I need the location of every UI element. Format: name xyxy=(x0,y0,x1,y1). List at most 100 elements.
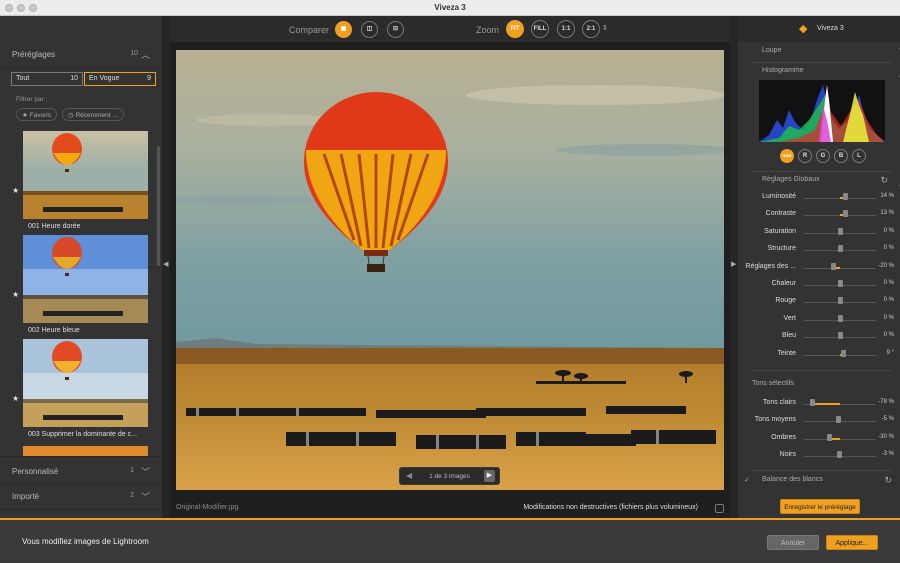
slider-handle[interactable] xyxy=(836,416,842,424)
preset-thumbnail-4[interactable] xyxy=(23,446,148,456)
slider-tones-2[interactable]: Ombres -30 % xyxy=(738,432,900,446)
preset-thumbnail-1[interactable] xyxy=(23,131,148,219)
slider-handle[interactable] xyxy=(838,227,843,235)
channel-g-button[interactable]: G xyxy=(816,149,830,163)
save-preset-button[interactable]: Enregistrer le préréglage xyxy=(780,499,860,514)
white-balance-title: Balance des blancs xyxy=(762,476,823,483)
presets-panel: Préréglages 10 ︿ Tout 10 En Vogue 9 Filt… xyxy=(0,16,162,518)
channel-b-button[interactable]: B xyxy=(834,149,848,163)
slider-handle[interactable] xyxy=(841,349,847,357)
slider-value: 14 % xyxy=(880,193,894,199)
favorite-star-icon[interactable]: ★ xyxy=(12,394,19,403)
imported-section-header[interactable]: Importé 2 ﹀ xyxy=(0,482,162,510)
chevron-down-icon[interactable]: ﹀ xyxy=(141,490,150,503)
zoom-label: Zoom xyxy=(476,25,500,35)
slider-global-4[interactable]: Réglages des ... -20 % xyxy=(738,261,900,275)
slider-value: 0 % xyxy=(883,280,894,286)
tab-all[interactable]: Tout 10 xyxy=(11,72,83,86)
compare-label: Comparer xyxy=(289,25,330,35)
slider-handle[interactable] xyxy=(830,262,836,270)
preset-thumbnail-2[interactable] xyxy=(23,235,148,323)
reset-icon[interactable]: ↻ xyxy=(880,175,888,186)
zoom-1-1-button[interactable]: 1:1 xyxy=(557,20,575,38)
slider-global-9[interactable]: Teinte 9 ° xyxy=(738,348,900,362)
checkmark-icon[interactable]: ✓ xyxy=(744,477,750,484)
filter-recent-button[interactable]: ◷ Récemment ... xyxy=(62,108,124,121)
slider-handle[interactable] xyxy=(838,297,843,305)
favorite-star-icon[interactable]: ★ xyxy=(12,186,19,195)
right-panel-toggle[interactable]: ▶ xyxy=(730,16,738,518)
slider-global-7[interactable]: Vert 0 % xyxy=(738,313,900,327)
chevron-down-icon[interactable]: ﹀ xyxy=(141,465,150,478)
presets-header[interactable]: Préréglages 10 ︿ xyxy=(0,40,162,68)
slider-handle[interactable] xyxy=(827,433,833,441)
zoom-fill-button[interactable]: FILL xyxy=(531,20,549,38)
preset-thumbnail-3[interactable] xyxy=(23,339,148,427)
slider-tones-1[interactable]: Tons moyens -5 % xyxy=(738,414,900,428)
chevron-up-icon[interactable]: ︿ xyxy=(141,48,150,61)
channel-r-button[interactable]: R xyxy=(798,149,812,163)
slider-global-3[interactable]: Structure 0 % xyxy=(738,243,900,257)
preview-image[interactable] xyxy=(176,50,724,490)
slider-label: Structure xyxy=(767,245,796,253)
slider-global-8[interactable]: Bleu 0 % xyxy=(738,330,900,344)
reset-icon[interactable]: ↻ xyxy=(884,475,892,486)
global-adjustments-title: Réglages Globaux xyxy=(762,176,820,183)
filter-recent-label: Récemment ... xyxy=(75,112,118,119)
histogram-section[interactable]: Histogramme ︿ xyxy=(762,67,900,78)
slider-handle[interactable] xyxy=(842,210,848,218)
slider-handle[interactable] xyxy=(838,245,843,253)
presets-title: Préréglages xyxy=(12,50,56,59)
channel-l-button[interactable]: L xyxy=(852,149,866,163)
slider-tones-0[interactable]: Tons clairs -78 % xyxy=(738,397,900,411)
slider-value: -5 % xyxy=(881,416,894,423)
white-balance-section[interactable]: ✓ Balance des blancs ↻ ﹀ xyxy=(744,475,892,485)
slider-global-0[interactable]: Luminosité 14 % xyxy=(738,191,900,205)
slider-global-5[interactable]: Chaleur 0 % xyxy=(738,278,900,292)
zoom-2-1-button[interactable]: 2:1 xyxy=(582,20,600,38)
slider-label: Saturation xyxy=(764,227,796,235)
footer-bar: Vous modifiez images de Lightroom Annule… xyxy=(0,518,900,563)
slider-label: Ombres xyxy=(771,433,796,441)
slider-global-6[interactable]: Rouge 0 % xyxy=(738,295,900,309)
nondestructive-checkbox[interactable] xyxy=(715,504,724,513)
slider-tones-3[interactable]: Noirs -3 % xyxy=(738,449,900,463)
slider-handle[interactable] xyxy=(838,314,843,322)
preset-label-3: 003 Supprimer la dominante de c... xyxy=(28,431,137,438)
loupe-section[interactable]: Loupe ﹀ xyxy=(762,47,900,58)
compare-split-button[interactable]: ◫ xyxy=(361,21,378,38)
footer-message: Vous modifiez images de Lightroom xyxy=(22,537,149,546)
apply-button[interactable]: Applique... xyxy=(826,535,878,550)
slider-track[interactable] xyxy=(804,267,876,269)
next-image-button[interactable]: ▶ xyxy=(484,470,495,482)
global-adjustments-section[interactable]: Réglages Globaux ↻ ︿ xyxy=(762,175,900,187)
presets-count: 10 xyxy=(130,50,138,57)
slider-handle[interactable] xyxy=(836,451,842,459)
custom-section-header[interactable]: Personnalisé 1 ﹀ xyxy=(0,456,162,484)
title-bar: Viveza 3 xyxy=(0,0,900,16)
slider-value: -78 % xyxy=(878,399,894,405)
left-panel-toggle[interactable]: ◀ xyxy=(162,16,170,518)
favorite-star-icon[interactable]: ★ xyxy=(12,290,19,299)
slider-global-1[interactable]: Contraste 13 % xyxy=(738,208,900,222)
brand-header: ◆ Viveza 3 xyxy=(738,16,900,42)
compare-single-button[interactable]: ▣ xyxy=(335,21,352,38)
compare-side-by-side-button[interactable]: ⊟ xyxy=(387,21,404,38)
cancel-button[interactable]: Annuler xyxy=(767,535,819,550)
tab-trending[interactable]: En Vogue 9 xyxy=(84,72,156,86)
slider-handle[interactable] xyxy=(838,280,843,287)
channel-rgb-button[interactable]: RGB xyxy=(780,149,794,163)
zoom-fit-button[interactable]: FIT xyxy=(506,20,524,38)
slider-track[interactable] xyxy=(804,438,876,440)
slider-handle[interactable] xyxy=(843,193,849,200)
slider-global-2[interactable]: Saturation 0 % xyxy=(738,226,900,240)
slider-label: Tons clairs xyxy=(762,399,796,406)
custom-section-title: Personnalisé xyxy=(12,467,59,476)
slider-handle[interactable] xyxy=(809,399,815,406)
zoom-stepper-icon[interactable]: ⇕ xyxy=(602,24,608,32)
divider xyxy=(752,370,892,371)
loupe-title: Loupe xyxy=(762,47,782,54)
preset-list-scrollbar[interactable] xyxy=(157,146,160,266)
filter-favorites-button[interactable]: ★ Favoris xyxy=(16,108,57,121)
slider-handle[interactable] xyxy=(838,332,843,340)
